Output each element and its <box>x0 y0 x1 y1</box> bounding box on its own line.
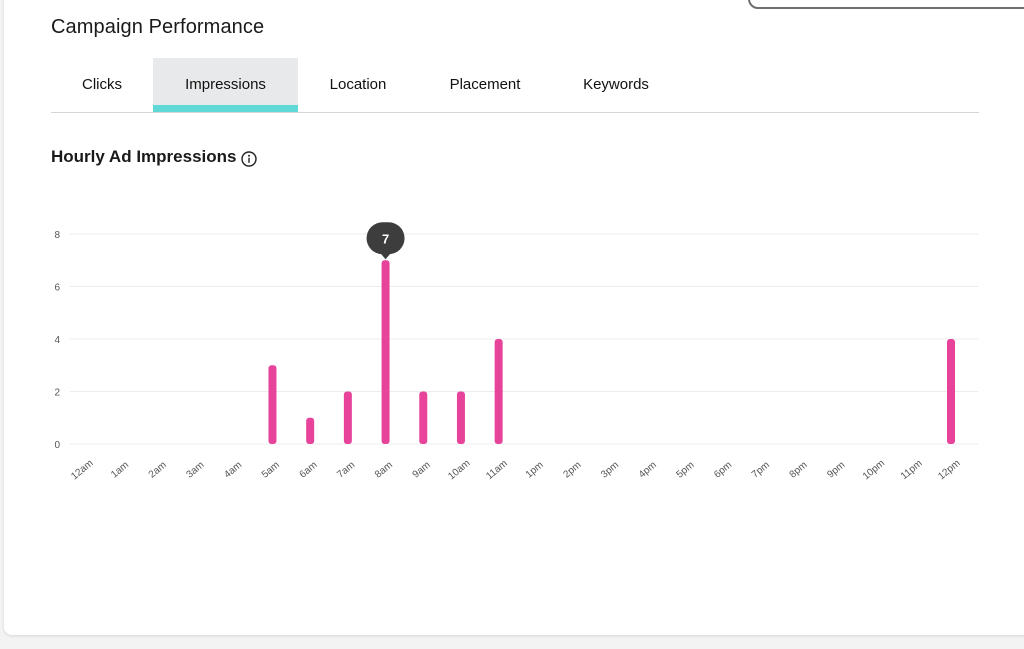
x-tick-label: 7am <box>335 460 357 481</box>
x-tick-label: 9pm <box>825 460 847 481</box>
bar-12pm[interactable] <box>947 339 955 444</box>
y-tick-label: 6 <box>54 283 60 294</box>
x-tick-label: 12pm <box>936 458 962 483</box>
x-tick-label: 7pm <box>750 460 772 481</box>
x-tick-label: 1pm <box>524 460 546 481</box>
x-tick-label: 3am <box>184 460 206 481</box>
x-tick-label: 4am <box>222 460 244 481</box>
value-tooltip: 7 <box>366 222 405 260</box>
tooltip-pointer <box>379 252 392 260</box>
x-tick-label: 11am <box>484 458 510 482</box>
x-tick-label: 1am <box>109 460 131 481</box>
bar-9am[interactable] <box>419 391 428 445</box>
x-tick-label: 12am <box>69 458 95 483</box>
x-tick-label: 8pm <box>788 460 810 481</box>
tooltip-value: 7 <box>382 231 389 246</box>
bar-7am[interactable] <box>343 391 352 445</box>
x-tick-label: 11pm <box>899 458 925 482</box>
x-tick-label: 6am <box>298 460 320 481</box>
bar-8am[interactable] <box>381 260 390 444</box>
x-tick-label: 10am <box>446 458 472 483</box>
y-tick-label: 0 <box>54 440 60 451</box>
x-tick-label: 5am <box>260 460 282 481</box>
x-tick-label: 6pm <box>712 460 734 481</box>
y-tick-label: 8 <box>54 230 60 241</box>
x-tick-label: 2am <box>147 460 169 481</box>
bar-5am[interactable] <box>268 365 277 444</box>
x-tick-label: 10pm <box>861 458 887 483</box>
y-tick-label: 4 <box>54 335 60 346</box>
x-tick-label: 5pm <box>675 460 697 481</box>
hourly-impressions-chart: 0 2 4 6 8 12am 1am 2am 3am 4am 5am 6am 7am 8am 9am 10am… <box>54 222 978 483</box>
bar-11am[interactable] <box>494 339 503 444</box>
bar-6am[interactable] <box>306 417 315 444</box>
x-tick-label: 4pm <box>637 460 659 481</box>
bar-10am[interactable] <box>456 391 465 445</box>
y-tick-label: 2 <box>54 388 60 399</box>
x-tick-label: 9am <box>411 460 433 481</box>
x-tick-label: 3pm <box>599 460 621 481</box>
x-tick-label: 2pm <box>561 460 583 481</box>
x-tick-label: 8am <box>373 460 395 481</box>
